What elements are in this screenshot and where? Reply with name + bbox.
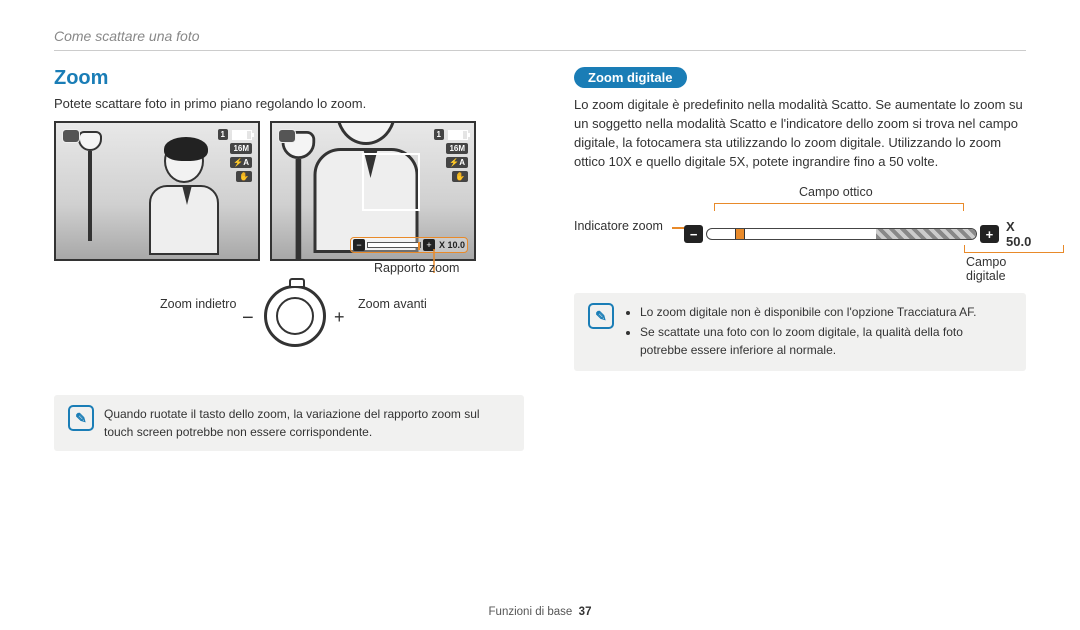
note-icon: ✎ bbox=[588, 303, 614, 329]
content-columns: Zoom Potete scattare foto in primo piano… bbox=[54, 67, 1026, 451]
indicator-knob bbox=[735, 228, 745, 240]
label-campo-digitale: Campo digitale bbox=[966, 255, 1026, 283]
zoom-in-icon: + bbox=[980, 225, 999, 243]
stabilizer-icon: ✋ bbox=[452, 171, 468, 182]
divider bbox=[54, 50, 1026, 51]
bracket-optical bbox=[714, 203, 964, 211]
counter-badge: 1 bbox=[434, 129, 444, 140]
lamp-illustration bbox=[74, 131, 106, 241]
counter-badge: 1 bbox=[218, 129, 228, 140]
camera-screen-zoomed: 1 16M ⚡A ✋ − + X 10.0 bbox=[270, 121, 476, 261]
footer-section: Funzioni di base bbox=[489, 606, 573, 618]
zoom-ratio-label: X 10.0 bbox=[439, 240, 465, 250]
zoom-dial-diagram: Rapporto zoom Zoom indietro Zoom avanti … bbox=[54, 267, 524, 377]
plus-icon: + bbox=[334, 307, 345, 328]
label-campo-ottico: Campo ottico bbox=[799, 185, 873, 199]
zoom-out-icon: − bbox=[684, 225, 703, 243]
stabilizer-icon: ✋ bbox=[236, 171, 252, 182]
resolution-badge: 16M bbox=[230, 143, 252, 154]
digital-zoom-paragraph: Lo zoom digitale è predefinito nella mod… bbox=[574, 96, 1026, 171]
label-rapporto-zoom: Rapporto zoom bbox=[374, 261, 459, 275]
camera-mode-icon bbox=[278, 129, 296, 143]
zoom-indicator-diagram: Campo ottico Indicatore zoom − + X 50.0 … bbox=[574, 185, 1026, 275]
zoom-bar: − + X 10.0 bbox=[350, 237, 468, 253]
callout-line bbox=[672, 227, 684, 229]
note-icon: ✎ bbox=[68, 405, 94, 431]
battery-icon bbox=[232, 130, 252, 140]
camera-screen-wide: 1 16M ⚡A ✋ bbox=[54, 121, 260, 261]
camera-screenshots: 1 16M ⚡A ✋ 1 16M ⚡A ✋ − bbox=[54, 121, 524, 261]
label-zoom-indietro: Zoom indietro bbox=[160, 297, 236, 311]
pill-zoom-digitale: Zoom digitale bbox=[574, 67, 687, 88]
intro-text: Potete scattare foto in primo piano rego… bbox=[54, 96, 524, 111]
digital-range bbox=[876, 229, 976, 239]
note-text: Quando ruotate il tasto dello zoom, la v… bbox=[104, 405, 510, 441]
flash-icon: ⚡A bbox=[446, 157, 468, 168]
page-footer: Funzioni di base 37 bbox=[0, 606, 1080, 618]
left-column: Zoom Potete scattare foto in primo piano… bbox=[54, 67, 524, 451]
focus-frame bbox=[362, 153, 420, 211]
battery-icon bbox=[448, 130, 468, 140]
mode-indicator bbox=[62, 129, 80, 143]
zoom-track bbox=[367, 242, 421, 248]
camera-mode-icon bbox=[62, 129, 80, 143]
minus-icon: − bbox=[242, 307, 254, 330]
note-item: Se scattate una foto con lo zoom digital… bbox=[640, 323, 1012, 359]
label-zoom-avanti: Zoom avanti bbox=[358, 297, 427, 311]
right-column: Zoom digitale Lo zoom digitale è predefi… bbox=[574, 67, 1026, 451]
zoom-in-icon: + bbox=[423, 239, 435, 251]
zoom-out-icon: − bbox=[353, 239, 365, 251]
indicator-track bbox=[706, 228, 976, 240]
page-header: Come scattare una foto bbox=[54, 28, 1026, 44]
note-item: Lo zoom digitale non è disponibile con l… bbox=[640, 303, 1012, 321]
bracket-digital bbox=[964, 245, 1064, 253]
status-icons: 1 16M ⚡A ✋ bbox=[218, 129, 252, 182]
note-list: Lo zoom digitale non è disponibile con l… bbox=[624, 303, 1012, 361]
label-indicatore-zoom: Indicatore zoom bbox=[574, 219, 663, 233]
note-box-right: ✎ Lo zoom digitale non è disponibile con… bbox=[574, 293, 1026, 371]
note-box-left: ✎ Quando ruotate il tasto dello zoom, la… bbox=[54, 395, 524, 451]
section-title-zoom: Zoom bbox=[54, 67, 524, 90]
flash-icon: ⚡A bbox=[230, 157, 252, 168]
resolution-badge: 16M bbox=[446, 143, 468, 154]
footer-page-number: 37 bbox=[579, 606, 592, 618]
zoom-dial-icon bbox=[264, 285, 326, 347]
mode-indicator bbox=[278, 129, 296, 143]
status-icons: 1 16M ⚡A ✋ bbox=[434, 129, 468, 182]
